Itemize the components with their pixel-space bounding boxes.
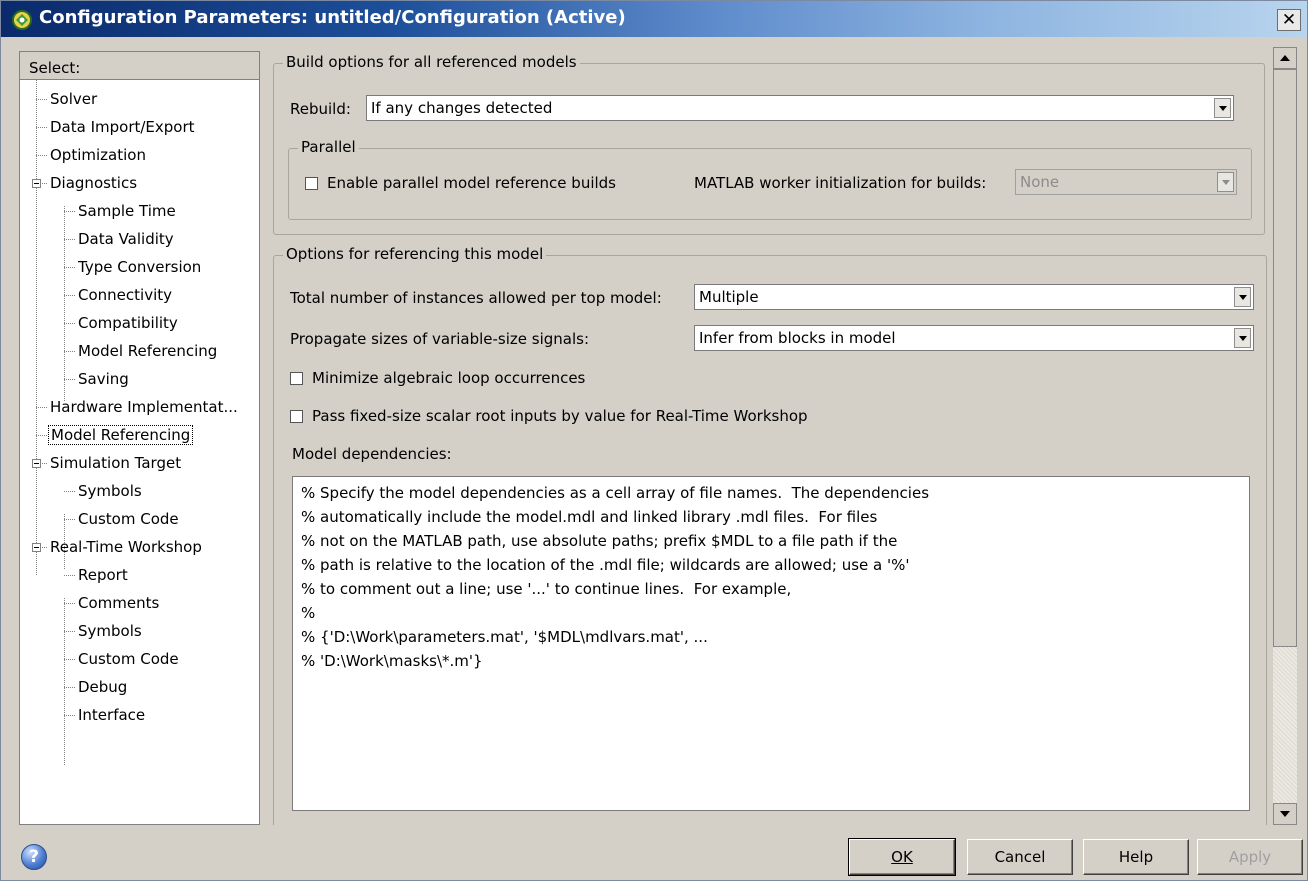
- collapse-icon[interactable]: [32, 543, 41, 552]
- collapse-icon[interactable]: [32, 179, 41, 188]
- rebuild-dropdown[interactable]: If any changes detected: [366, 95, 1234, 121]
- build-options-group: Build options for all referenced models …: [273, 53, 1265, 235]
- parallel-title: Parallel: [298, 138, 359, 156]
- worker-init-value: None: [1020, 173, 1060, 191]
- title-bar[interactable]: Configuration Parameters: untitled/Confi…: [1, 1, 1307, 37]
- model-dependencies-textarea[interactable]: % Specify the model dependencies as a ce…: [292, 476, 1250, 811]
- tree-item-model-referencing[interactable]: Model Referencing: [48, 424, 194, 446]
- tree-item-rtw-symbols[interactable]: Symbols: [76, 620, 144, 642]
- ok-button[interactable]: OK: [848, 838, 956, 876]
- tree-item-data-validity[interactable]: Data Validity: [76, 228, 176, 250]
- rebuild-label: Rebuild:: [290, 100, 351, 118]
- tree-item-diag-model-referencing[interactable]: Model Referencing: [76, 340, 219, 362]
- propagate-value: Infer from blocks in model: [699, 329, 896, 347]
- instances-dropdown[interactable]: Multiple: [694, 284, 1254, 310]
- referencing-options-title: Options for referencing this model: [283, 245, 547, 263]
- propagate-label: Propagate sizes of variable-size signals…: [290, 330, 590, 348]
- chevron-down-icon[interactable]: [1217, 172, 1234, 192]
- instances-value: Multiple: [699, 288, 759, 306]
- apply-button[interactable]: Apply: [1197, 839, 1303, 875]
- tree-item-report[interactable]: Report: [76, 564, 130, 586]
- tree-item-diagnostics[interactable]: Diagnostics: [48, 172, 139, 194]
- settings-scrollbar[interactable]: [1273, 47, 1297, 825]
- close-icon: ✕: [1281, 10, 1297, 30]
- propagate-dropdown[interactable]: Infer from blocks in model: [694, 325, 1254, 351]
- tree-item-hardware-implementation[interactable]: Hardware Implementat...: [48, 396, 240, 418]
- rebuild-value: If any changes detected: [371, 99, 553, 117]
- tree-item-solver[interactable]: Solver: [48, 88, 99, 110]
- instances-label: Total number of instances allowed per to…: [290, 289, 662, 307]
- tree-item-type-conversion[interactable]: Type Conversion: [76, 256, 203, 278]
- tree-item-sim-symbols[interactable]: Symbols: [76, 480, 144, 502]
- tree-item-debug[interactable]: Debug: [76, 676, 129, 698]
- help-button[interactable]: Help: [1083, 839, 1189, 875]
- tree-item-compatibility[interactable]: Compatibility: [76, 312, 180, 334]
- build-options-title: Build options for all referenced models: [283, 53, 580, 71]
- scroll-up-icon[interactable]: [1273, 47, 1297, 69]
- tree-item-interface[interactable]: Interface: [76, 704, 147, 726]
- settings-pane: Build options for all referenced models …: [263, 47, 1271, 825]
- pass-by-value-checkbox[interactable]: [290, 410, 303, 423]
- worker-init-label: MATLAB worker initialization for builds:: [694, 174, 987, 192]
- tree-header: Select:: [20, 52, 259, 80]
- tree-item-simulation-target[interactable]: Simulation Target: [48, 452, 183, 474]
- help-icon[interactable]: ?: [21, 844, 47, 870]
- pass-by-value-label[interactable]: Pass fixed-size scalar root inputs by va…: [312, 407, 808, 425]
- parallel-group: Parallel Enable parallel model reference…: [288, 138, 1252, 220]
- tree-item-real-time-workshop[interactable]: Real-Time Workshop: [48, 536, 204, 558]
- tree-item-connectivity[interactable]: Connectivity: [76, 284, 174, 306]
- collapse-icon[interactable]: [32, 459, 41, 468]
- worker-init-dropdown[interactable]: None: [1015, 169, 1237, 195]
- scrollbar-thumb[interactable]: [1273, 69, 1297, 647]
- enable-parallel-label[interactable]: Enable parallel model reference builds: [327, 174, 616, 192]
- minimize-loop-checkbox[interactable]: [290, 372, 303, 385]
- chevron-down-icon[interactable]: [1234, 287, 1251, 307]
- tree-item-data-import-export[interactable]: Data Import/Export: [48, 116, 197, 138]
- minimize-loop-label[interactable]: Minimize algebraic loop occurrences: [312, 369, 585, 387]
- scroll-down-icon[interactable]: [1273, 803, 1297, 825]
- tree-item-comments[interactable]: Comments: [76, 592, 161, 614]
- window-title: Configuration Parameters: untitled/Confi…: [39, 7, 626, 28]
- chevron-down-icon[interactable]: [1214, 98, 1231, 118]
- category-tree-panel: Select: Solver Data Import/Export Optimi…: [19, 51, 260, 825]
- tree-item-saving[interactable]: Saving: [76, 368, 131, 390]
- config-app-icon: [12, 10, 32, 30]
- referencing-options-group: Options for referencing this model Total…: [273, 245, 1267, 825]
- close-button[interactable]: ✕: [1277, 9, 1301, 31]
- tree-item-sim-custom-code[interactable]: Custom Code: [76, 508, 181, 530]
- configuration-dialog: Configuration Parameters: untitled/Confi…: [0, 0, 1308, 881]
- cancel-button[interactable]: Cancel: [967, 839, 1073, 875]
- tree-item-optimization[interactable]: Optimization: [48, 144, 148, 166]
- enable-parallel-checkbox[interactable]: [305, 177, 318, 190]
- tree-item-rtw-custom-code[interactable]: Custom Code: [76, 648, 181, 670]
- model-dependencies-label: Model dependencies:: [292, 445, 452, 463]
- tree-item-sample-time[interactable]: Sample Time: [76, 200, 178, 222]
- chevron-down-icon[interactable]: [1234, 328, 1251, 348]
